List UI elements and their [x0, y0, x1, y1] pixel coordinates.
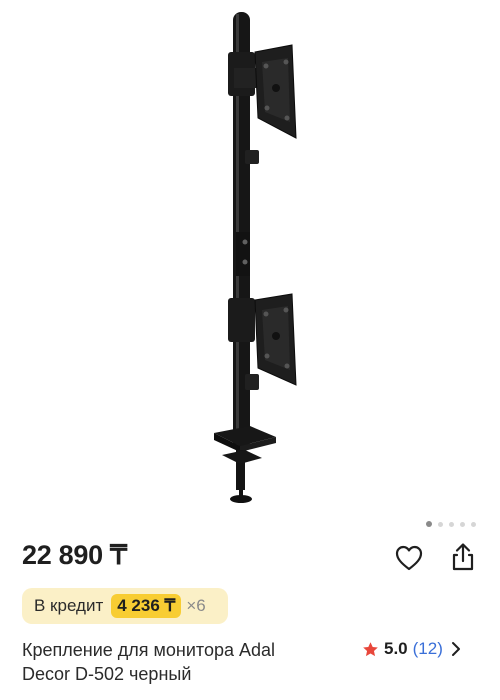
pagination-dot[interactable] — [471, 521, 476, 527]
product-title-line: Decor D-502 черный — [22, 664, 192, 684]
rating-summary[interactable]: 5.0 (12) — [362, 638, 461, 660]
credit-offer[interactable]: В кредит 4 236 ₸ ×6 — [22, 588, 228, 624]
heart-outline-icon — [395, 545, 423, 571]
credit-monthly-amount: 4 236 ₸ — [111, 594, 182, 618]
pagination-dot[interactable] — [460, 521, 465, 527]
product-image-gallery[interactable] — [0, 0, 500, 515]
chevron-right-icon — [451, 641, 461, 657]
review-count-link[interactable]: (12) — [413, 639, 443, 659]
pagination-dot[interactable] — [449, 521, 454, 527]
credit-label: В кредит — [34, 596, 104, 615]
product-image[interactable] — [0, 0, 500, 515]
star-icon — [363, 641, 378, 656]
gallery-pagination — [426, 520, 476, 528]
product-title-line: Крепление для монитора Adal — [22, 640, 276, 660]
pagination-dot-active[interactable] — [426, 521, 432, 527]
share-icon — [452, 543, 474, 571]
rating-score: 5.0 — [384, 639, 408, 658]
credit-term: ×6 — [186, 596, 206, 615]
favorite-button[interactable] — [392, 541, 426, 575]
product-title: Крепление для монитора Adal Decor D-502 … — [22, 638, 342, 686]
pagination-dot[interactable] — [438, 521, 443, 527]
share-button[interactable] — [446, 540, 480, 574]
product-price: 22 890 ₸ — [22, 540, 127, 570]
